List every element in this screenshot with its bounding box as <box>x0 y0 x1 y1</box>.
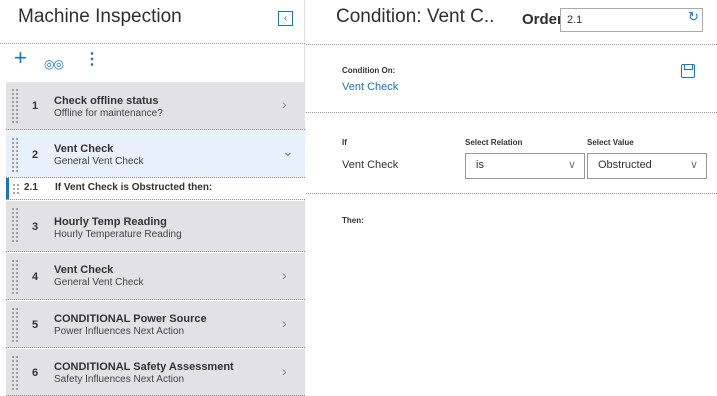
step-item-3[interactable]: 3 Hourly Temp Reading Hourly Temperature… <box>6 201 305 252</box>
sub-step-number: 2.1 <box>24 182 38 193</box>
drag-handle-icon[interactable] <box>11 307 19 343</box>
condition-on-link[interactable]: Vent Check <box>342 81 398 93</box>
drag-handle-icon[interactable] <box>11 355 19 391</box>
drag-handle-icon[interactable] <box>12 183 20 195</box>
step-number: 2 <box>32 149 39 161</box>
step-title: CONDITIONAL Power Source <box>54 313 207 325</box>
condition-editor: Condition: Vent C.. Order ↻ Condition On… <box>306 0 717 396</box>
step-number: 3 <box>32 221 39 233</box>
refresh-icon[interactable]: ↻ <box>688 9 699 25</box>
chevron-down-icon[interactable]: ⌄ <box>282 143 294 160</box>
sub-step-text: If Vent Check is Obstructed then: <box>55 182 213 193</box>
collapse-panel-button[interactable]: ‹ <box>278 11 293 26</box>
divider <box>306 44 717 45</box>
sub-step-condition[interactable]: 2.1 If Vent Check is Obstructed then: <box>6 178 305 200</box>
drag-handle-icon[interactable] <box>11 137 19 173</box>
add-icon[interactable]: + <box>14 47 27 69</box>
step-subtitle: Power Influences Next Action <box>54 326 185 337</box>
divider <box>306 193 717 194</box>
step-subtitle: General Vent Check <box>54 277 144 288</box>
order-label: Order <box>522 11 563 28</box>
more-options-icon[interactable]: ⋮ <box>84 50 100 70</box>
step-title: CONDITIONAL Safety Assessment <box>54 361 234 373</box>
chevron-right-icon[interactable]: › <box>282 315 287 331</box>
panel-title: Machine Inspection <box>18 6 182 27</box>
if-field-value: Vent Check <box>342 159 399 171</box>
step-item-6[interactable]: 6 CONDITIONAL Safety Assessment Safety I… <box>6 349 305 396</box>
step-title: Check offline status <box>54 95 159 107</box>
select-value-label: Select Value <box>587 138 634 147</box>
binoculars-icon[interactable]: ◎◎ <box>44 54 64 74</box>
if-label: If <box>342 138 347 147</box>
select-relation-label: Select Relation <box>465 138 523 147</box>
step-title: Vent Check <box>54 143 114 155</box>
chevron-right-icon[interactable]: › <box>282 363 287 379</box>
step-number: 6 <box>32 367 39 379</box>
step-subtitle: Hourly Temperature Reading <box>54 229 182 240</box>
chevron-down-icon: ∨ <box>689 159 698 171</box>
then-label: Then: <box>342 216 364 225</box>
condition-on-label: Condition On: <box>342 66 396 75</box>
save-icon[interactable] <box>681 64 695 78</box>
chevron-down-icon: ∨ <box>567 159 576 171</box>
drag-handle-icon[interactable] <box>11 259 19 295</box>
condition-title: Condition: Vent C.. <box>336 6 495 27</box>
step-item-5[interactable]: 5 CONDITIONAL Power Source Power Influen… <box>6 301 305 348</box>
step-number: 4 <box>32 271 39 283</box>
drag-handle-icon[interactable] <box>11 207 19 243</box>
relation-select-value: is <box>476 159 484 171</box>
step-item-4[interactable]: 4 Vent Check General Vent Check › <box>6 253 305 300</box>
step-number: 1 <box>32 100 39 112</box>
value-select[interactable]: Obstructed ∨ <box>587 153 707 179</box>
drag-handle-icon[interactable] <box>11 88 19 124</box>
relation-select[interactable]: is ∨ <box>465 153 585 179</box>
chevron-right-icon[interactable]: › <box>282 96 287 112</box>
order-input[interactable] <box>560 8 703 32</box>
steps-toolbar: + ◎◎ ⋮ <box>0 44 305 81</box>
step-item-1[interactable]: 1 Check offline status Offline for maint… <box>6 82 305 130</box>
steps-panel: Machine Inspection ‹ + ◎◎ ⋮ 1 Check offl… <box>0 0 305 396</box>
step-subtitle: Safety Influences Next Action <box>54 374 185 385</box>
step-item-2[interactable]: 2 Vent Check General Vent Check ⌄ <box>6 131 305 178</box>
steps-header: Machine Inspection ‹ <box>0 0 305 44</box>
step-title: Vent Check <box>54 264 114 276</box>
step-number: 5 <box>32 319 39 331</box>
value-select-value: Obstructed <box>598 159 652 171</box>
step-subtitle: General Vent Check <box>54 156 144 167</box>
chevron-right-icon[interactable]: › <box>282 267 287 283</box>
step-title: Hourly Temp Reading <box>54 216 167 228</box>
divider <box>306 112 717 113</box>
step-subtitle: Offline for maintenance? <box>54 108 163 119</box>
